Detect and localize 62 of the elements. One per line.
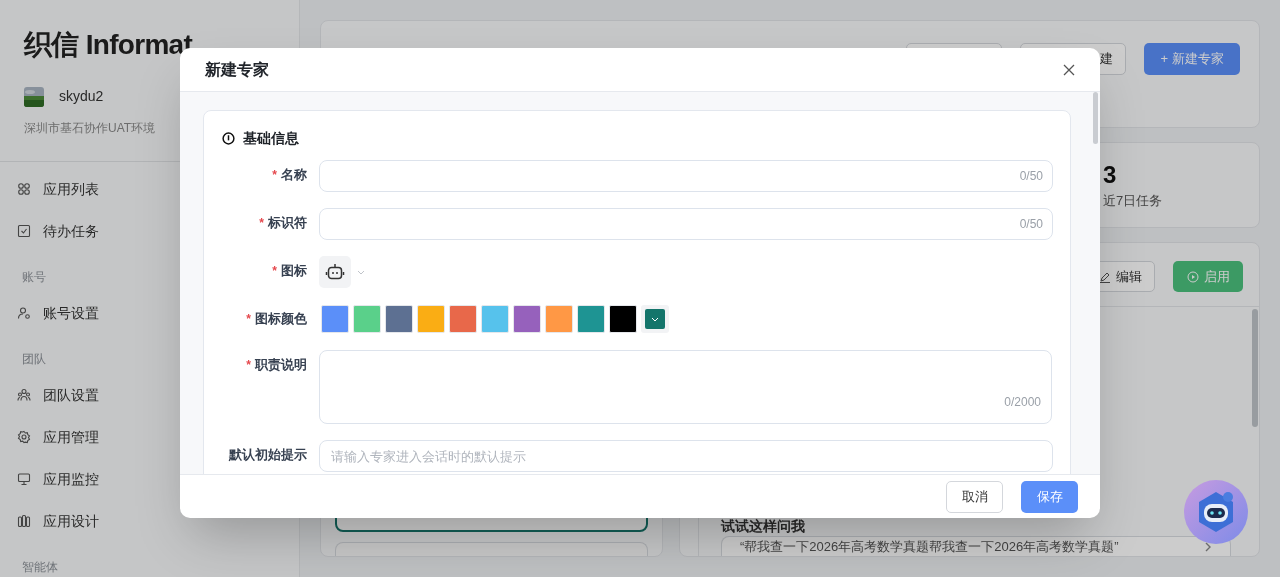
section-label: 智能体 — [22, 559, 58, 576]
close-icon[interactable] — [1063, 63, 1075, 76]
required-mark: * — [259, 215, 264, 232]
columns-icon — [17, 514, 31, 528]
user-name: skydu2 — [59, 87, 104, 106]
input-field[interactable]: 请输入专家进入会话时的默认提示 — [319, 440, 1053, 472]
input-field[interactable] — [319, 208, 1053, 240]
required-mark: * — [272, 167, 277, 184]
field-label: 名称 — [281, 166, 307, 185]
section-label: 账号 — [22, 269, 46, 286]
info-icon — [222, 131, 235, 145]
color-swatch[interactable] — [321, 305, 349, 333]
section-title: 基础信息 — [243, 128, 299, 148]
checkbox-icon — [17, 224, 31, 238]
robot-icon — [325, 263, 345, 281]
monitor-icon — [17, 472, 31, 486]
cancel-button[interactable]: 取消 — [946, 480, 1003, 513]
sidebar-item[interactable]: 团队设置 — [0, 374, 299, 416]
suggestion-text: “帮我查一下2026年高考数学真题帮我查一下2026年高考数学真题” — [740, 537, 1119, 556]
color-swatch[interactable] — [385, 305, 413, 333]
section-label: 团队 — [22, 351, 46, 368]
chevron-down-icon[interactable] — [357, 269, 365, 275]
color-swatch[interactable] — [545, 305, 573, 333]
suggestion-card[interactable]: “帮我查一下2026年高考数学真题帮我查一下2026年高考数学真题” — [721, 536, 1231, 556]
field-label: 图标 — [281, 262, 307, 281]
robot-icon[interactable] — [1184, 480, 1248, 544]
color-swatch[interactable] — [513, 305, 541, 333]
required-mark: * — [272, 263, 277, 280]
suggestion-title: 试试这样问我 — [721, 519, 806, 534]
field-label: 职责说明 — [255, 356, 307, 375]
character-counter: 0/50 — [1019, 216, 1043, 232]
organization-name: 深圳市基石协作UAT环境 — [24, 121, 156, 135]
field-label: 默认初始提示 — [229, 446, 307, 465]
team-icon — [17, 388, 31, 402]
field-label: 图标颜色 — [255, 310, 307, 329]
sidebar-item[interactable]: 应用设计 — [0, 500, 299, 542]
color-swatch[interactable] — [577, 305, 605, 333]
stat-label: 近7日任务 — [1103, 192, 1163, 210]
user-icon — [17, 306, 31, 320]
icon-picker[interactable] — [319, 256, 351, 288]
character-counter: 0/2000 — [1004, 394, 1041, 411]
stat-value: 3 — [1103, 161, 1117, 189]
input-field[interactable] — [319, 160, 1053, 192]
required-mark: * — [246, 311, 251, 328]
logo: 织信 Informat — [24, 28, 194, 62]
field-label: 标识符 — [268, 214, 307, 233]
gear-icon — [17, 430, 31, 444]
character-counter: 0/50 — [1019, 168, 1043, 184]
color-swatch[interactable] — [353, 305, 381, 333]
scrollbar[interactable] — [1093, 92, 1098, 144]
color-swatch[interactable] — [417, 305, 445, 333]
grid-icon — [17, 182, 31, 196]
play-circle-icon — [1186, 270, 1199, 283]
color-swatch[interactable] — [609, 305, 637, 333]
pencil-icon — [1098, 270, 1111, 283]
scrollbar[interactable] — [1252, 309, 1258, 427]
color-swatch[interactable] — [481, 305, 509, 333]
chevron-down-icon — [651, 316, 659, 322]
color-swatch[interactable] — [449, 305, 477, 333]
list-item[interactable] — [335, 542, 648, 556]
required-mark: * — [246, 357, 251, 374]
dialog-title: 新建专家 — [205, 59, 269, 80]
